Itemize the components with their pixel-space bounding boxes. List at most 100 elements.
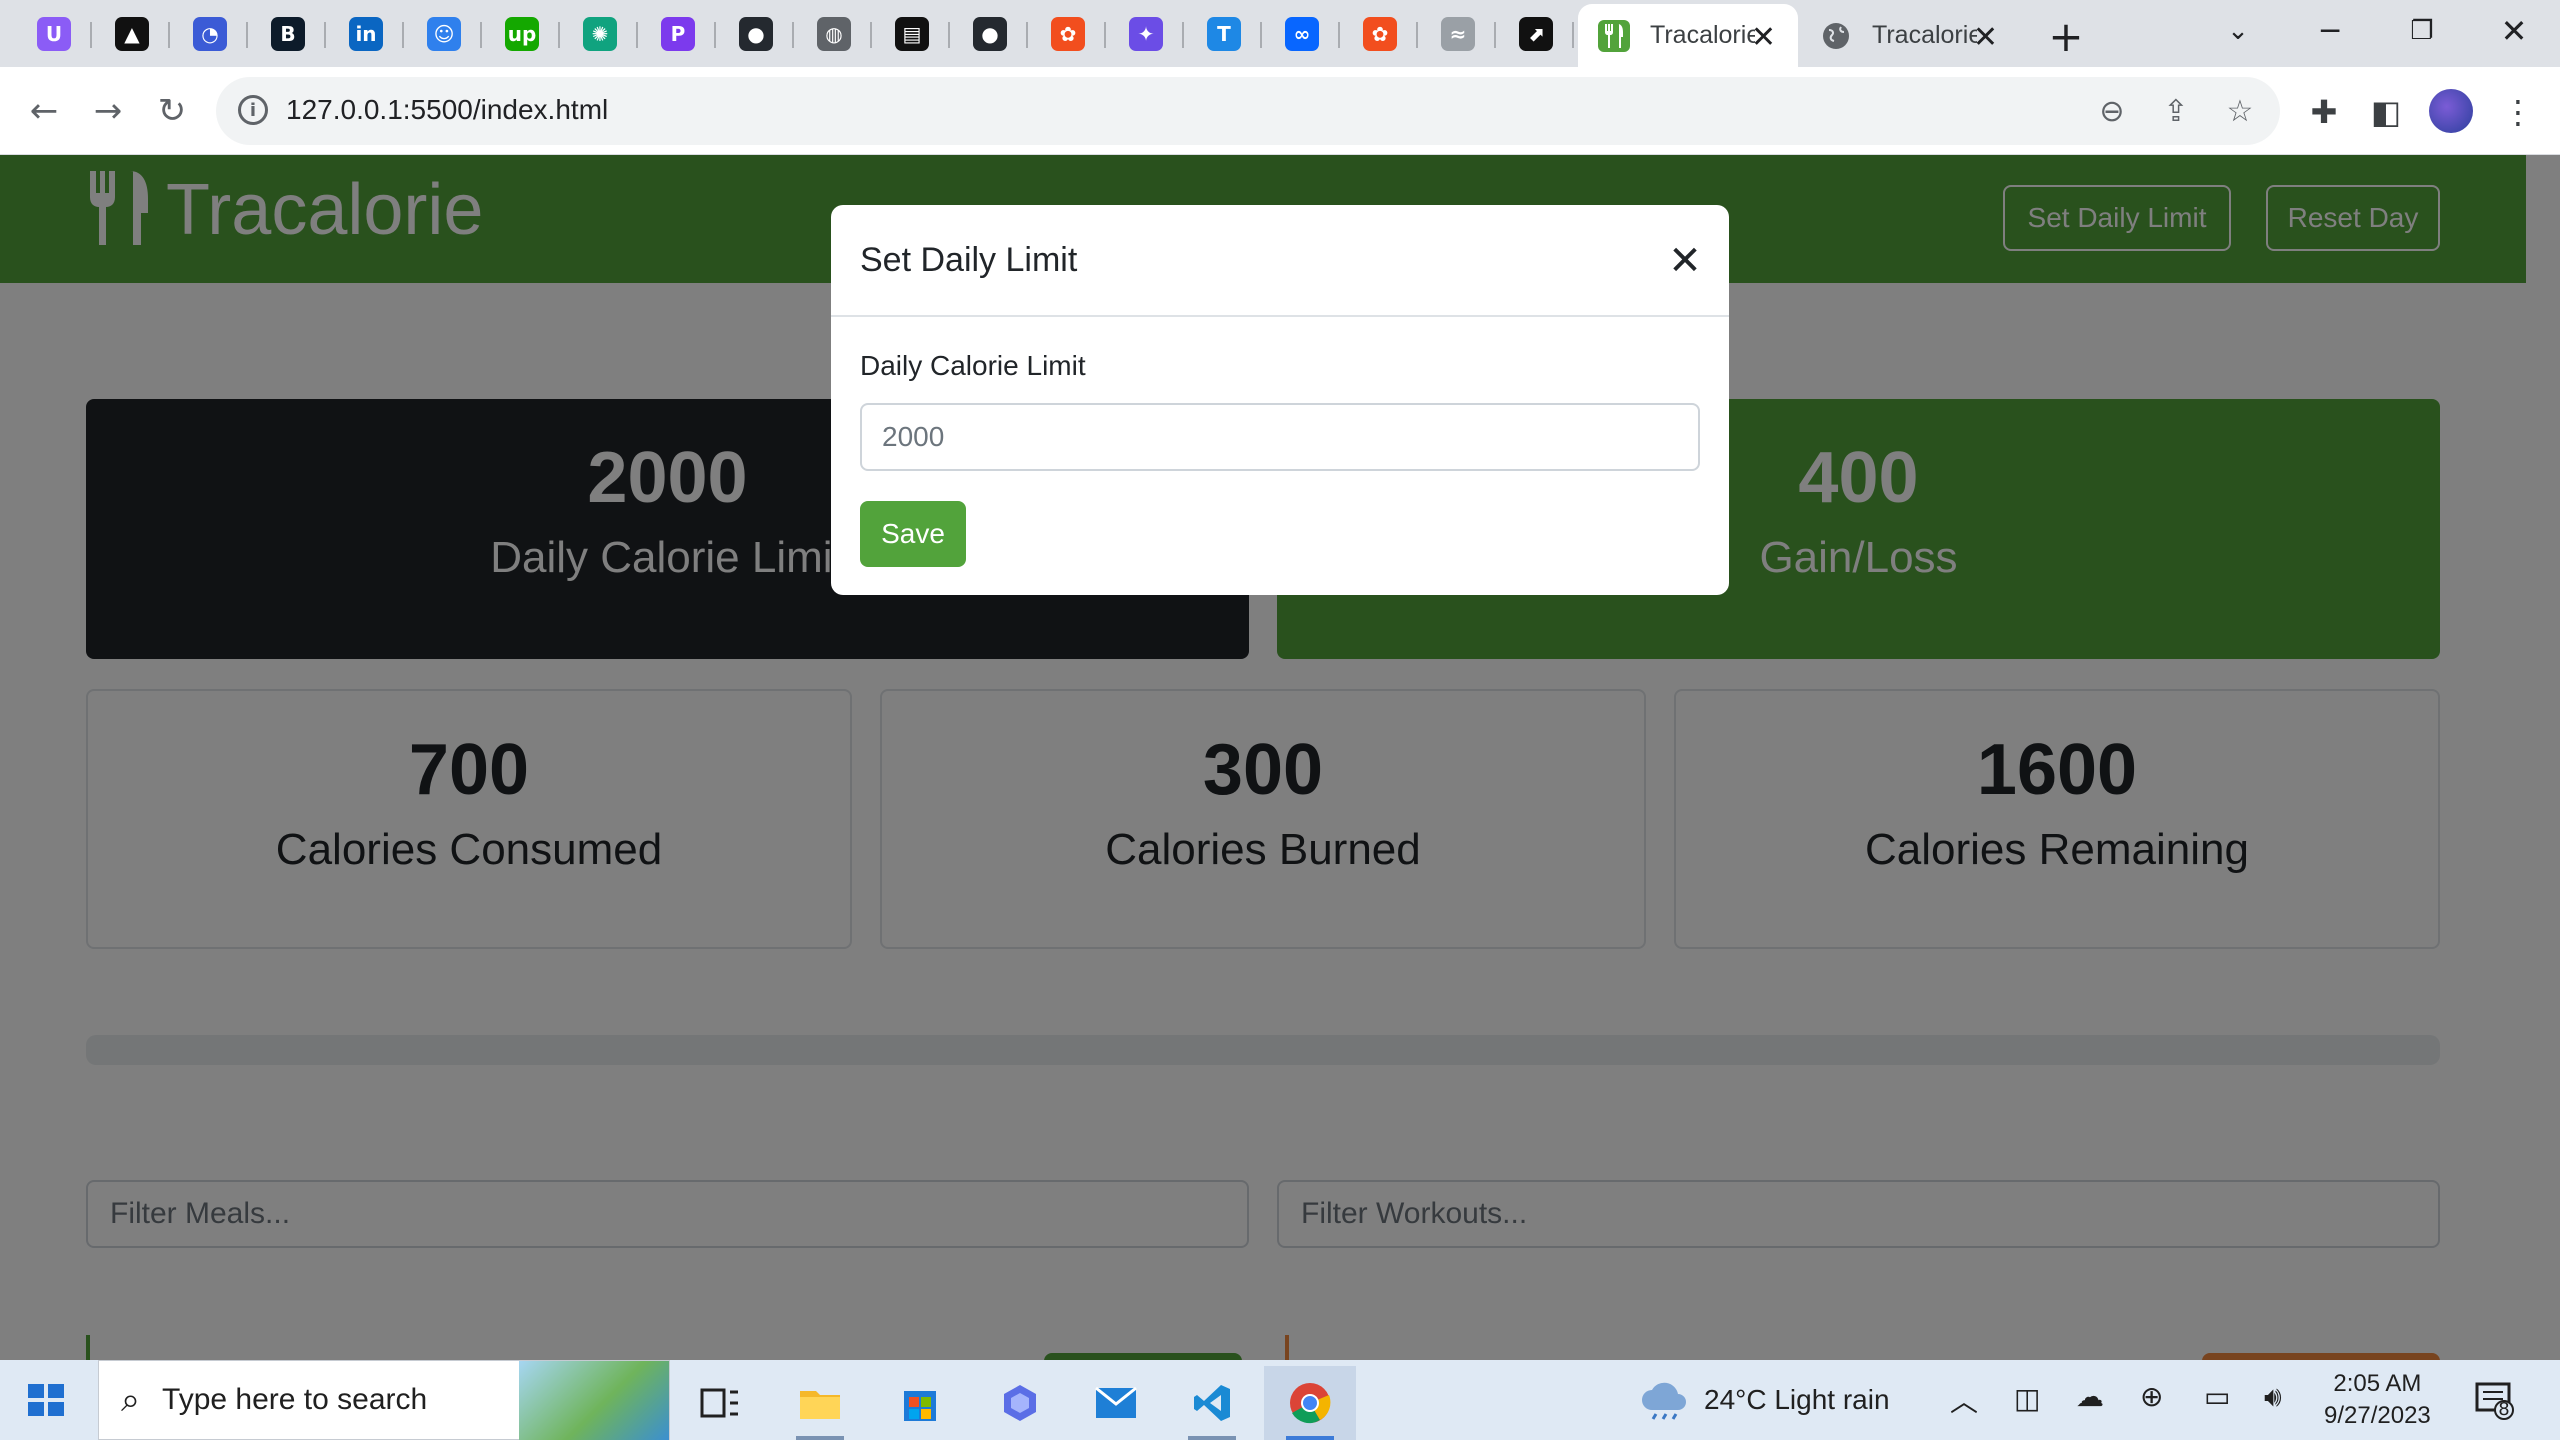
clock[interactable]: 2:05 AM 9/27/2023 <box>2324 1368 2431 1432</box>
reload-icon[interactable]: ↻ <box>148 87 196 135</box>
globe-icon: ◍ <box>817 17 851 51</box>
tab-separator <box>402 22 404 48</box>
set-limit-modal: Set Daily Limit ✕ Daily Calorie Limit 20… <box>831 205 1729 595</box>
tab-separator <box>1104 22 1106 48</box>
tab-label: Tracalorie <box>1872 21 1977 49</box>
pinned-tab[interactable]: in <box>328 8 404 60</box>
close-window-icon[interactable]: ✕ <box>2474 6 2554 56</box>
onedrive-offline-icon[interactable]: ☁ <box>2076 1380 2104 1413</box>
tab-tracalorie[interactable]: Tracalorie ✕ <box>1800 4 2020 67</box>
save-button[interactable]: Save <box>860 501 966 567</box>
tab-separator <box>90 22 92 48</box>
limit-input[interactable]: 2000 <box>860 403 1700 471</box>
start-windows-icon[interactable] <box>22 1378 70 1422</box>
bookmark-star-icon[interactable]: ☆ <box>2220 91 2260 131</box>
address-bar[interactable]: i 127.0.0.1:5500/index.html ⊖ ⇪ ☆ <box>216 77 2280 145</box>
pinned-tab[interactable]: ≈ <box>1420 8 1496 60</box>
meet-icon[interactable]: ◫ <box>2014 1382 2040 1415</box>
flag-logo-icon: ▤ <box>895 17 929 51</box>
new-tab-button[interactable]: + <box>2044 12 2088 61</box>
side-panel-icon[interactable]: ◧ <box>2362 88 2410 136</box>
tab-separator <box>870 22 872 48</box>
pinned-tab[interactable]: ▤ <box>874 8 950 60</box>
menu-kebab-icon[interactable]: ⋮ <box>2494 88 2542 136</box>
triangle-logo-icon: ▲ <box>115 17 149 51</box>
limit-field-label: Daily Calorie Limit <box>860 350 1086 381</box>
sparkle-icon: ✦ <box>1129 17 1163 51</box>
tab-separator <box>714 22 716 48</box>
file-explorer-icon[interactable] <box>774 1366 866 1440</box>
url-text[interactable]: 127.0.0.1:5500/index.html <box>286 94 608 126</box>
mail-icon[interactable] <box>1070 1366 1162 1440</box>
github-icon: ● <box>973 17 1007 51</box>
pinned-tab[interactable]: ◍ <box>796 8 872 60</box>
figma-icon: ✿ <box>1051 17 1085 51</box>
microsoft-store-icon[interactable] <box>874 1366 966 1440</box>
back-icon[interactable]: ← <box>20 87 68 135</box>
upwork-icon: up <box>505 17 539 51</box>
close-icon[interactable]: ✕ <box>1661 237 1709 285</box>
tab-separator <box>792 22 794 48</box>
close-tab-icon[interactable]: ✕ <box>1751 20 1776 55</box>
restore-icon[interactable]: ❐ <box>2382 6 2462 56</box>
pinned-tab[interactable]: B <box>250 8 326 60</box>
pinned-tab[interactable]: ▲ <box>94 8 170 60</box>
tab-separator <box>1260 22 1262 48</box>
pinned-tab[interactable]: up <box>484 8 560 60</box>
forward-icon[interactable]: → <box>84 87 132 135</box>
globe-icon <box>1820 20 1852 52</box>
modal-title: Set Daily Limit <box>860 241 1078 279</box>
volume-icon[interactable]: 🔊︎ <box>2264 1380 2282 1414</box>
vscode-icon[interactable] <box>1166 1366 1258 1440</box>
pinned-tab[interactable]: ● <box>718 8 794 60</box>
profile-avatar[interactable] <box>2429 89 2473 133</box>
pinned-tab[interactable]: ✿ <box>1342 8 1418 60</box>
search-highlight-image <box>519 1361 669 1440</box>
battery-icon[interactable]: ▭ <box>2204 1380 2230 1413</box>
browser-toolbar: ← → ↻ i 127.0.0.1:5500/index.html ⊖ ⇪ ☆ <box>0 67 2560 155</box>
pinned-tab[interactable]: ✿ <box>1030 8 1106 60</box>
close-tab-icon[interactable]: ✕ <box>1973 20 1998 55</box>
tab-separator <box>948 22 950 48</box>
t-logo-icon: T <box>1207 17 1241 51</box>
pinned-tab[interactable]: ✦ <box>1108 8 1184 60</box>
chrome-icon[interactable] <box>1264 1366 1356 1440</box>
pinned-tab[interactable]: T <box>1186 8 1262 60</box>
github-icon: ● <box>739 17 773 51</box>
pinned-tab[interactable]: U <box>16 8 92 60</box>
windows-taskbar: ⌕ Type here to search 24°C Light rain ︿ … <box>0 1360 2560 1440</box>
linkedin-icon: in <box>349 17 383 51</box>
taskbar-search[interactable]: ⌕ Type here to search <box>98 1360 670 1440</box>
p-logo-icon: P <box>661 17 695 51</box>
search-icon: ⌕ <box>121 1380 141 1420</box>
pinned-tab[interactable]: ● <box>952 8 1028 60</box>
zoom-out-icon[interactable]: ⊖ <box>2092 91 2132 131</box>
tab-tracalorie-active[interactable]: Tracalorie ✕ <box>1578 4 1798 67</box>
pinned-tab[interactable]: ☺ <box>406 8 482 60</box>
network-globe-icon[interactable]: ⊕ <box>2140 1380 2163 1413</box>
tab-separator <box>246 22 248 48</box>
running-indicator <box>1188 1436 1236 1440</box>
show-hidden-icons-icon[interactable]: ︿ <box>1950 1380 1978 1420</box>
pinned-tab[interactable]: ⬈ <box>1498 8 1574 60</box>
pinned-tab[interactable]: P <box>640 8 716 60</box>
tab-search-icon[interactable]: ⌄ <box>2198 6 2278 56</box>
pinned-tab[interactable]: ∞ <box>1264 8 1340 60</box>
copilot-icon[interactable] <box>974 1366 1066 1440</box>
clock-time: 2:05 AM <box>2333 1370 2422 1397</box>
running-indicator <box>1286 1436 1334 1440</box>
share-icon[interactable]: ⇪ <box>2156 91 2196 131</box>
pinned-tab[interactable]: ✺ <box>562 8 638 60</box>
weather-cloud-icon[interactable] <box>1638 1376 1690 1427</box>
extensions-icon[interactable]: ✚ <box>2300 88 2348 136</box>
weather-text[interactable]: 24°C Light rain <box>1704 1384 1890 1416</box>
figma-icon: ✿ <box>1363 17 1397 51</box>
tab-separator <box>636 22 638 48</box>
minimize-icon[interactable]: ─ <box>2290 6 2370 56</box>
notifications-icon[interactable]: 8 <box>2474 1380 2514 1427</box>
search-placeholder: Type here to search <box>162 1383 428 1416</box>
openai-icon: ✺ <box>583 17 617 51</box>
site-info-icon[interactable]: i <box>238 95 268 125</box>
task-view-icon[interactable] <box>674 1366 766 1440</box>
pinned-tab[interactable]: ◔ <box>172 8 248 60</box>
